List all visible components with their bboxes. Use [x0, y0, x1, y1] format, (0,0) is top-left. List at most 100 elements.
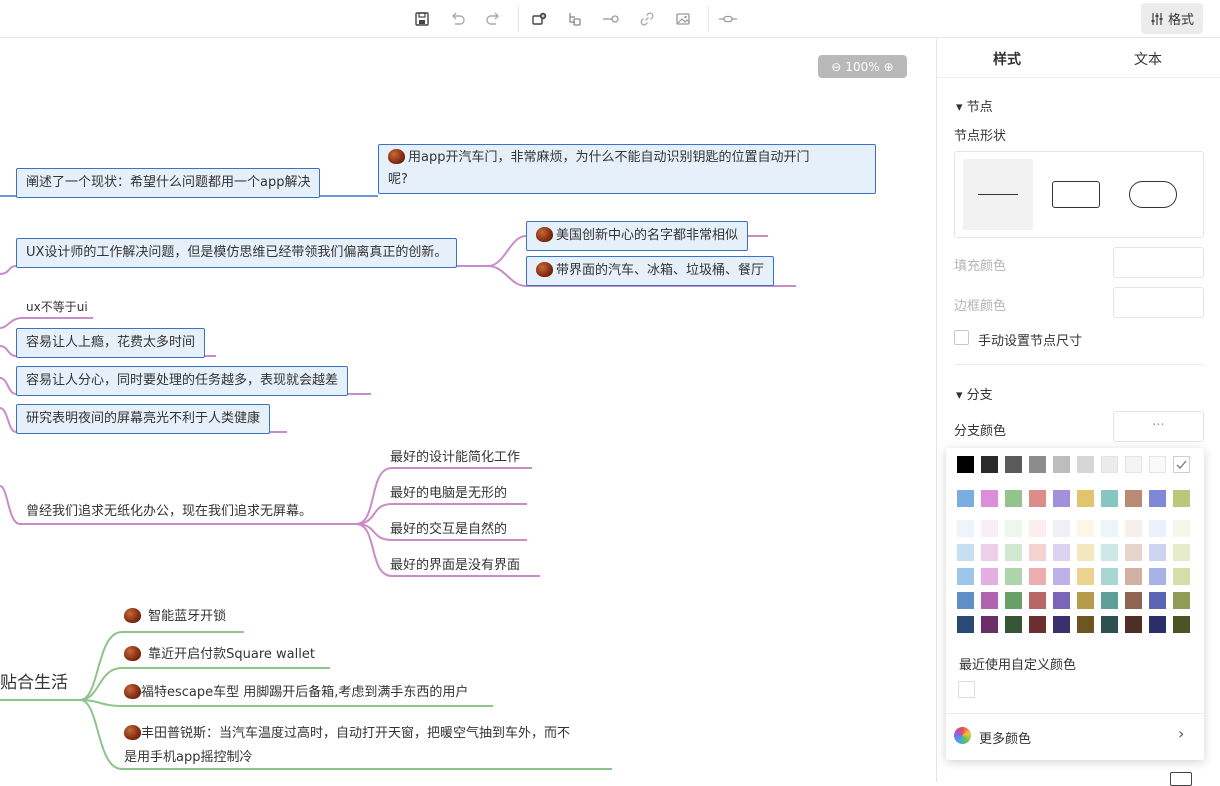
recent-color-slot[interactable]	[958, 681, 975, 698]
color-swatch[interactable]	[1053, 568, 1070, 585]
color-swatch[interactable]	[1149, 616, 1166, 633]
topic-node[interactable]: 曾经我们追求无纸化办公，现在我们追求无屏幕。	[26, 503, 312, 521]
shape-rect-option[interactable]	[1052, 181, 1100, 208]
fill-color-field[interactable]	[1113, 247, 1204, 278]
topic-node[interactable]: 阐述了一个现状：希望什么问题都用一个app解决	[16, 168, 321, 198]
color-swatch[interactable]	[1005, 568, 1022, 585]
color-swatch[interactable]	[1125, 490, 1142, 507]
topic-node[interactable]: 美国创新中心的名字都非常相似	[526, 221, 749, 251]
color-swatch[interactable]	[981, 456, 998, 473]
shape-rounded-option[interactable]	[1129, 181, 1177, 208]
color-swatch[interactable]	[1173, 544, 1190, 561]
color-swatch[interactable]	[1005, 544, 1022, 561]
color-swatch[interactable]	[1101, 544, 1118, 561]
color-swatch[interactable]	[1029, 568, 1046, 585]
color-swatch[interactable]	[1173, 568, 1190, 585]
color-swatch[interactable]	[1101, 490, 1118, 507]
color-swatch[interactable]	[1053, 490, 1070, 507]
color-swatch[interactable]	[981, 616, 998, 633]
color-swatch[interactable]	[1077, 520, 1094, 537]
color-swatch[interactable]	[1053, 520, 1070, 537]
color-swatch[interactable]	[957, 616, 974, 633]
color-swatch[interactable]	[1125, 456, 1142, 473]
color-swatch[interactable]	[1125, 568, 1142, 585]
branch-section-toggle[interactable]: ▾ 分支	[956, 384, 993, 403]
color-swatch[interactable]	[1125, 592, 1142, 609]
color-swatch[interactable]	[1029, 544, 1046, 561]
border-color-field[interactable]	[1113, 287, 1204, 318]
color-swatch[interactable]	[1077, 568, 1094, 585]
color-swatch[interactable]	[1077, 616, 1094, 633]
undo-icon[interactable]	[448, 9, 468, 29]
color-swatch[interactable]	[1101, 592, 1118, 609]
topic-node[interactable]: 带界面的汽车、冰箱、垃圾桶、餐厅	[526, 256, 775, 286]
color-swatch[interactable]	[1053, 544, 1070, 561]
topic-node[interactable]: 智能蓝牙开锁	[124, 608, 226, 626]
topic-node[interactable]: 研究表明夜间的屏幕亮光不利于人类健康	[16, 404, 271, 434]
color-swatch[interactable]	[981, 568, 998, 585]
zoom-in-icon[interactable]: ⊕	[884, 60, 894, 74]
topic-node[interactable]: ux不等于ui	[26, 298, 88, 316]
color-swatch[interactable]	[981, 544, 998, 561]
color-swatch[interactable]	[1173, 520, 1190, 537]
color-swatch[interactable]	[1101, 456, 1118, 473]
color-swatch[interactable]	[1053, 456, 1070, 473]
color-swatch[interactable]	[957, 592, 974, 609]
color-swatch[interactable]	[1125, 520, 1142, 537]
tab-style[interactable]: 样式	[993, 49, 1021, 69]
mindmap-canvas[interactable]: ⊖ 100% ⊕ 阐述了一个现状：希望什么问题都用一个app解决 用app开汽车…	[0, 38, 936, 782]
main-topic-node[interactable]: 贴合生活	[0, 672, 68, 694]
more-colors-button[interactable]: 更多颜色 ›	[946, 714, 1204, 758]
topic-node[interactable]: 用app开汽车门，非常麻烦，为什么不能自动识别钥匙的位置自动开门 呢?	[378, 144, 876, 194]
color-swatch[interactable]	[957, 456, 974, 473]
color-swatch[interactable]	[1101, 568, 1118, 585]
color-swatch[interactable]	[1173, 616, 1190, 633]
format-button[interactable]: 格式	[1141, 3, 1203, 34]
color-swatch[interactable]	[1125, 616, 1142, 633]
color-swatch[interactable]	[957, 568, 974, 585]
summary-icon[interactable]	[718, 9, 738, 29]
color-swatch[interactable]	[1077, 544, 1094, 561]
color-swatch[interactable]	[1029, 456, 1046, 473]
color-swatch[interactable]	[1125, 544, 1142, 561]
topic-node[interactable]: 福特escape车型 用脚踢开后备箱,考虑到满手东西的用户	[124, 684, 468, 702]
color-swatch[interactable]	[1077, 592, 1094, 609]
color-swatch[interactable]	[1149, 520, 1166, 537]
topic-node[interactable]: 最好的电脑是无形的	[390, 485, 507, 503]
color-swatch[interactable]	[1029, 490, 1046, 507]
color-swatch[interactable]	[1077, 490, 1094, 507]
color-swatch[interactable]	[1029, 616, 1046, 633]
color-swatch[interactable]	[1077, 456, 1094, 473]
color-swatch[interactable]	[981, 490, 998, 507]
color-swatch[interactable]	[981, 592, 998, 609]
color-swatch[interactable]	[1149, 568, 1166, 585]
node-section-toggle[interactable]: ▾ 节点	[956, 96, 993, 115]
color-swatch[interactable]	[1149, 592, 1166, 609]
add-subtopic-icon[interactable]	[564, 9, 584, 29]
color-swatch[interactable]	[1101, 520, 1118, 537]
color-swatch[interactable]	[1005, 592, 1022, 609]
color-swatch[interactable]	[1149, 544, 1166, 561]
topic-node[interactable]: 靠近开启付款Square wallet	[124, 646, 315, 664]
manual-size-checkbox[interactable]	[954, 330, 969, 345]
color-swatch[interactable]	[1149, 490, 1166, 507]
color-swatch[interactable]	[1005, 520, 1022, 537]
topic-node[interactable]: 容易让人上瘾，花费太多时间	[16, 328, 206, 358]
color-swatch[interactable]	[1005, 616, 1022, 633]
zoom-indicator[interactable]: ⊖ 100% ⊕	[818, 55, 907, 78]
color-swatch[interactable]	[1005, 456, 1022, 473]
color-swatch[interactable]	[1173, 490, 1190, 507]
shape-line-option[interactable]	[963, 159, 1033, 230]
color-swatch[interactable]	[957, 544, 974, 561]
branch-color-field[interactable]: ···	[1113, 411, 1204, 442]
color-swatch[interactable]	[1173, 456, 1190, 473]
color-swatch[interactable]	[1029, 520, 1046, 537]
image-icon[interactable]	[673, 9, 693, 29]
color-swatch[interactable]	[1029, 592, 1046, 609]
topic-node[interactable]: 最好的设计能简化工作	[390, 449, 520, 467]
color-swatch[interactable]	[957, 490, 974, 507]
topic-node[interactable]: 丰田普锐斯：当汽车温度过高时，自动打开天窗，把暖空气抽到车外，而不 是用手机ap…	[124, 722, 570, 770]
color-swatch[interactable]	[1053, 616, 1070, 633]
topic-node[interactable]: UX设计师的工作解决问题，但是模仿思维已经带领我们偏离真正的创新。	[16, 238, 458, 268]
color-swatch[interactable]	[981, 520, 998, 537]
